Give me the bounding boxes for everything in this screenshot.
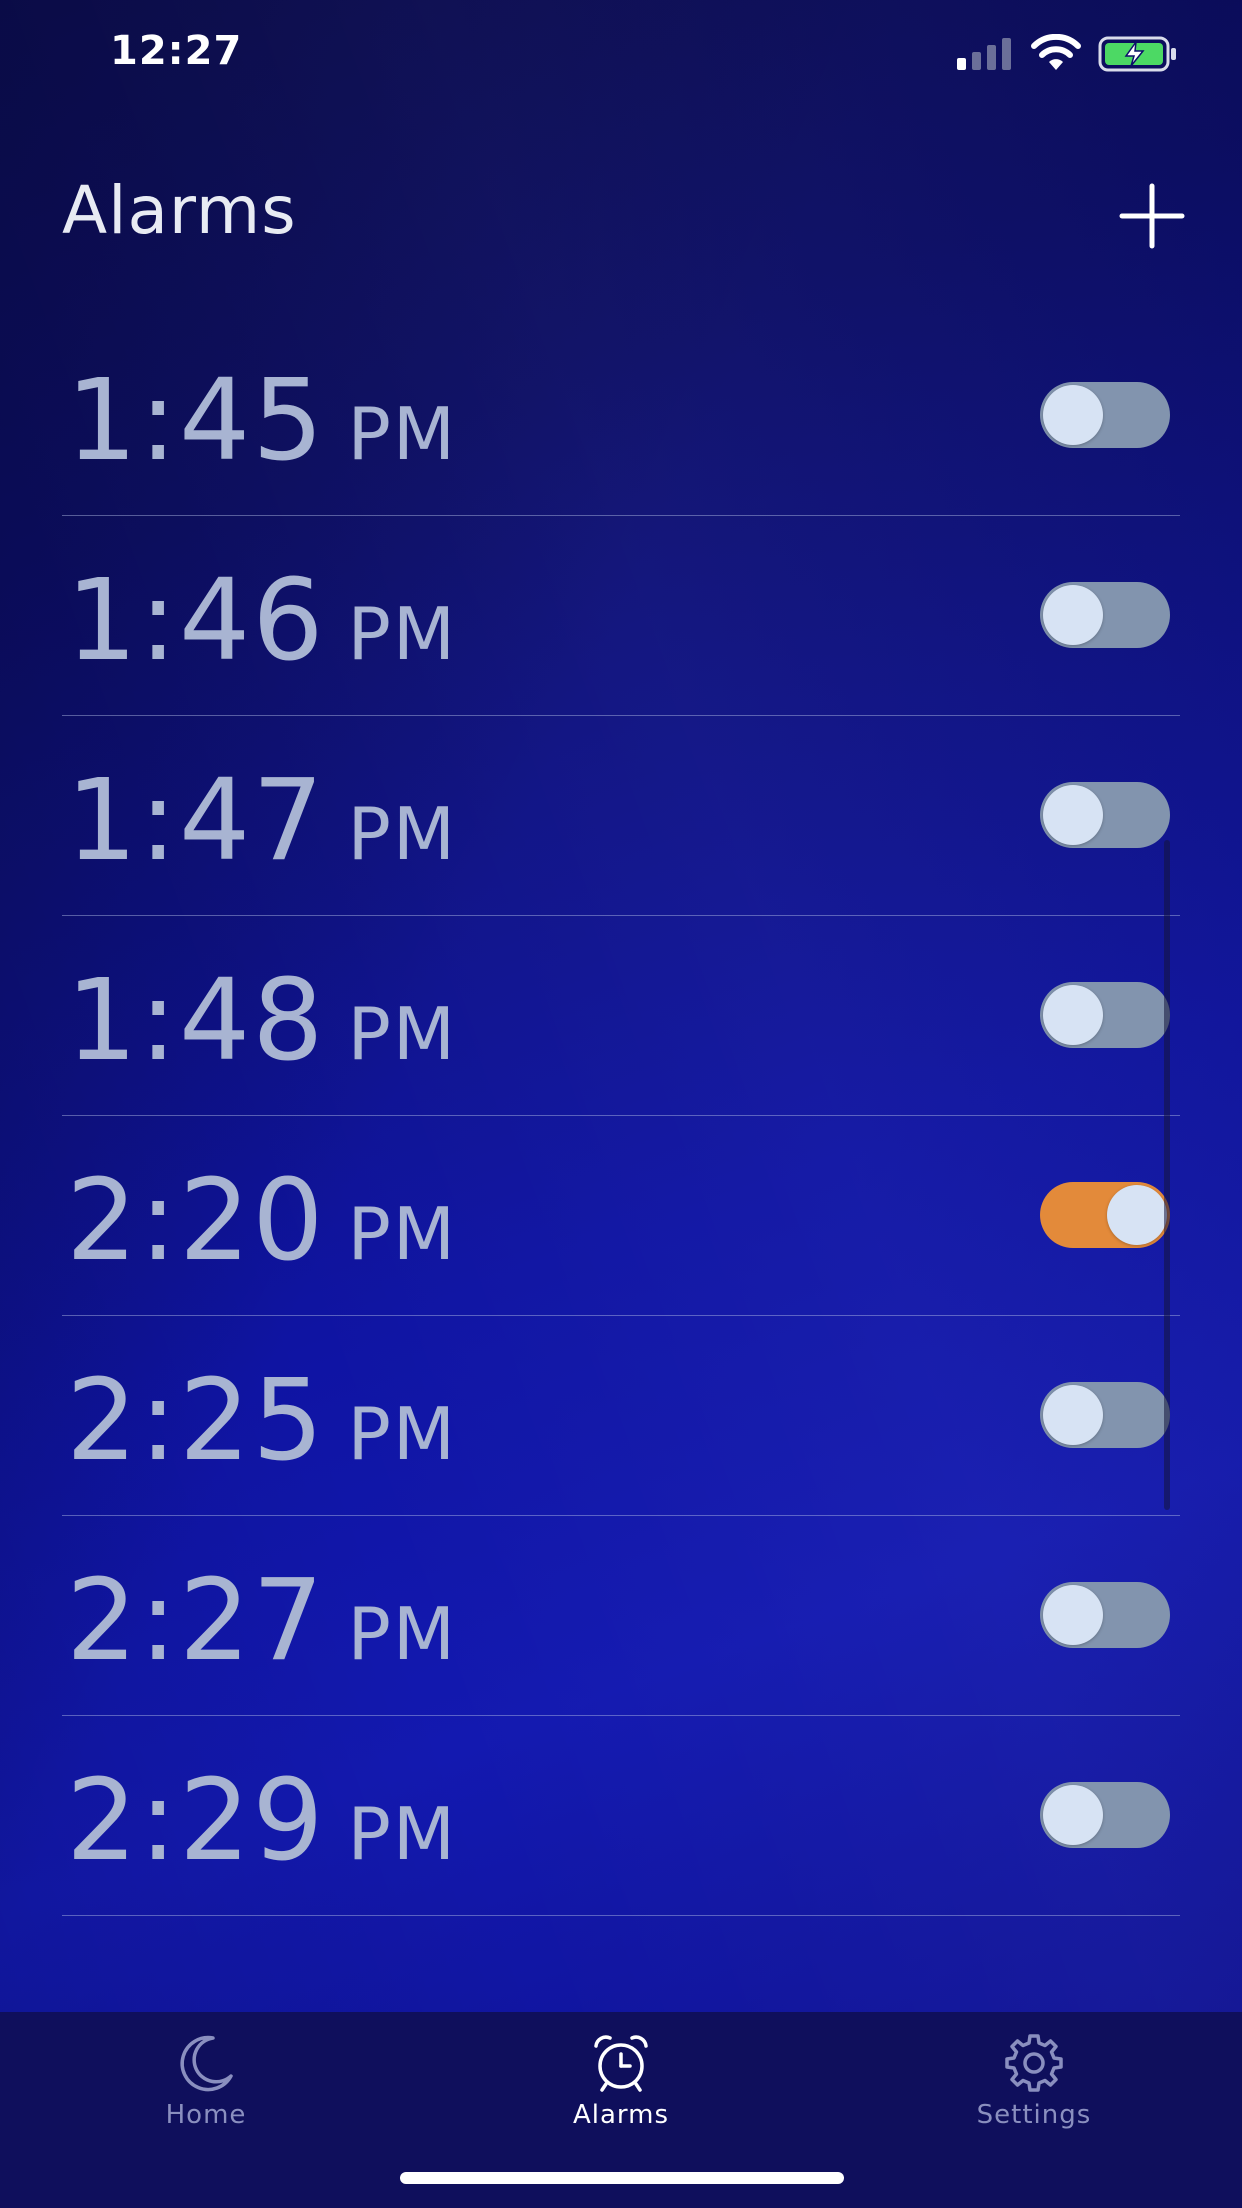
alarm-row[interactable]: 2:25 PM bbox=[62, 1316, 1180, 1516]
alarm-row[interactable]: 1:48 PM bbox=[62, 916, 1180, 1116]
plus-icon bbox=[1119, 183, 1185, 249]
scrollbar[interactable] bbox=[1164, 840, 1170, 1510]
tab-alarms[interactable]: Alarms bbox=[491, 2030, 751, 2150]
toggle-knob bbox=[1043, 585, 1103, 645]
alarm-row[interactable]: 1:45 PM bbox=[62, 316, 1180, 516]
alarm-row[interactable]: 1:46 PM bbox=[62, 516, 1180, 716]
alarm-time-period: PM bbox=[347, 992, 458, 1076]
status-time: 12:27 bbox=[110, 28, 243, 74]
battery-charging-icon bbox=[1098, 36, 1176, 72]
tab-settings[interactable]: Settings bbox=[904, 2030, 1164, 2150]
alarm-row[interactable]: 2:29 PM bbox=[62, 1716, 1180, 1916]
alarm-row[interactable]: 2:27 PM bbox=[62, 1516, 1180, 1716]
alarm-toggle[interactable] bbox=[1040, 1182, 1170, 1248]
toggle-knob bbox=[1043, 385, 1103, 445]
toggle-knob bbox=[1043, 1385, 1103, 1445]
add-alarm-button[interactable] bbox=[1116, 180, 1188, 252]
alarm-toggle[interactable] bbox=[1040, 1582, 1170, 1648]
alarm-time: 1:47 PM bbox=[66, 756, 457, 886]
alarm-time-period: PM bbox=[347, 1392, 458, 1476]
alarm-time: 1:46 PM bbox=[66, 556, 457, 686]
gear-icon bbox=[1005, 2034, 1063, 2092]
alarm-time: 1:48 PM bbox=[66, 956, 457, 1086]
alarm-time-period: PM bbox=[347, 392, 458, 476]
alarm-time-value: 1:48 bbox=[66, 956, 326, 1086]
alarm-time: 1:45 PM bbox=[66, 356, 457, 486]
wifi-icon bbox=[1031, 34, 1081, 70]
alarm-time-value: 1:47 bbox=[66, 756, 326, 886]
alarm-time-period: PM bbox=[347, 792, 458, 876]
page-title: Alarms bbox=[62, 172, 297, 249]
tab-settings-label: Settings bbox=[976, 2100, 1092, 2130]
alarm-toggle[interactable] bbox=[1040, 382, 1170, 448]
home-indicator[interactable] bbox=[400, 2172, 844, 2184]
moon-icon bbox=[180, 2035, 233, 2092]
alarm-time-period: PM bbox=[347, 1192, 458, 1276]
alarm-toggle[interactable] bbox=[1040, 582, 1170, 648]
tab-home-label: Home bbox=[165, 2100, 247, 2130]
toggle-knob bbox=[1043, 1785, 1103, 1845]
alarm-time: 2:29 PM bbox=[66, 1756, 457, 1886]
alarm-time: 2:25 PM bbox=[66, 1356, 457, 1486]
alarm-toggle[interactable] bbox=[1040, 1382, 1170, 1448]
alarm-time-value: 1:46 bbox=[66, 556, 326, 686]
alarm-row[interactable]: 1:47 PM bbox=[62, 716, 1180, 916]
alarm-toggle[interactable] bbox=[1040, 982, 1170, 1048]
alarm-time-value: 1:45 bbox=[66, 356, 326, 486]
alarm-toggle[interactable] bbox=[1040, 1782, 1170, 1848]
alarm-time: 2:20 PM bbox=[66, 1156, 457, 1286]
tab-home[interactable]: Home bbox=[76, 2030, 336, 2150]
toggle-knob bbox=[1043, 785, 1103, 845]
alarm-time-value: 2:27 bbox=[66, 1556, 326, 1686]
toggle-knob bbox=[1043, 1585, 1103, 1645]
alarm-time-period: PM bbox=[347, 1592, 458, 1676]
alarm-time-value: 2:20 bbox=[66, 1156, 326, 1286]
toggle-knob bbox=[1107, 1185, 1167, 1245]
cellular-signal-icon bbox=[957, 38, 1011, 70]
status-bar: 12:27 bbox=[0, 0, 1242, 110]
alarm-time: 2:27 PM bbox=[66, 1556, 457, 1686]
tab-bar: Home Alarms Settings bbox=[0, 2012, 1242, 2208]
alarm-toggle[interactable] bbox=[1040, 782, 1170, 848]
alarm-clock-icon bbox=[594, 2035, 648, 2092]
alarm-time-period: PM bbox=[347, 592, 458, 676]
alarm-time-value: 2:25 bbox=[66, 1356, 326, 1486]
alarm-row[interactable]: 2:20 PM bbox=[62, 1116, 1180, 1316]
toggle-knob bbox=[1043, 985, 1103, 1045]
tab-alarms-label: Alarms bbox=[572, 2100, 670, 2130]
alarm-list: 1:45 PM 1:46 PM 1:47 PM 1:48 PM 2:20 PM 2:25 PM 2:27… bbox=[62, 316, 1180, 1916]
alarm-time-period: PM bbox=[347, 1792, 458, 1876]
alarm-time-value: 2:29 bbox=[66, 1756, 326, 1886]
